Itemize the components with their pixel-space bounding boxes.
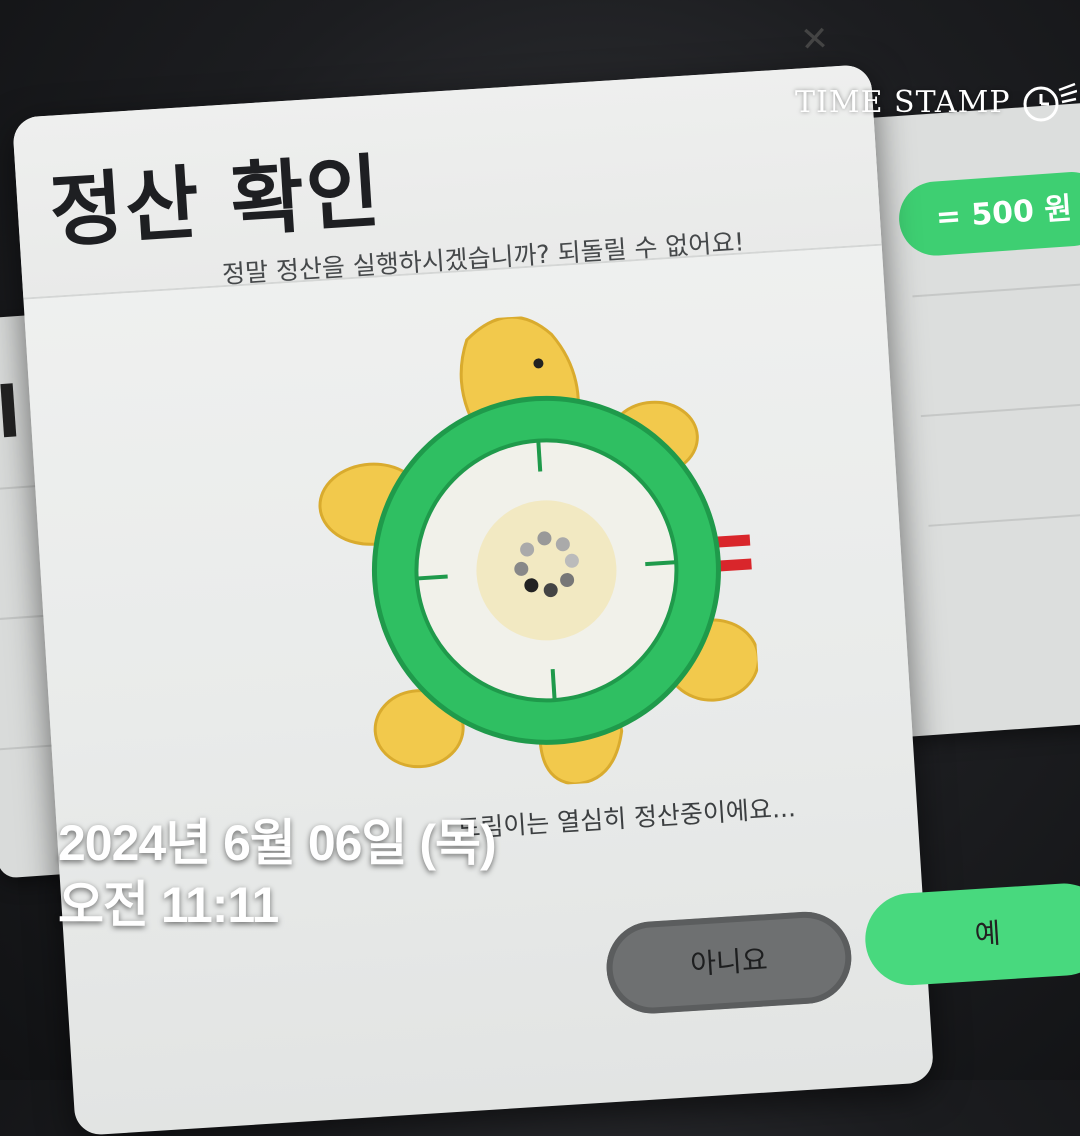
date-line: 2024년 6월 06일 (목): [58, 815, 497, 871]
divider: [912, 278, 1080, 298]
yes-button[interactable]: 예: [862, 880, 1080, 988]
photo-timestamp: 2024년 6월 06일 (목) 오전 11:11: [58, 812, 497, 936]
divider: [928, 508, 1080, 527]
time-line: 오전 11:11: [58, 877, 279, 933]
timestamp-watermark: TIME STAMP: [795, 80, 1077, 124]
watermark-label: TIME STAMP: [795, 84, 1011, 120]
dialog-title: 정산 확인: [47, 145, 385, 259]
processing-status: 드림이는 열심히 정산중이에요...: [456, 793, 797, 844]
close-icon[interactable]: ✕: [789, 14, 840, 65]
clock-icon: [1023, 82, 1077, 122]
turtle-loading-illustration: [295, 315, 760, 800]
settlement-confirm-dialog: ✕ 정산 확인 정말 정산을 실행하시겠습니까? 되돌릴 수 없어요! 드림이는…: [12, 19, 1080, 1136]
no-button[interactable]: 아니요: [603, 909, 855, 1017]
divider: [920, 398, 1080, 418]
price-badge: = 500 원: [896, 169, 1080, 259]
